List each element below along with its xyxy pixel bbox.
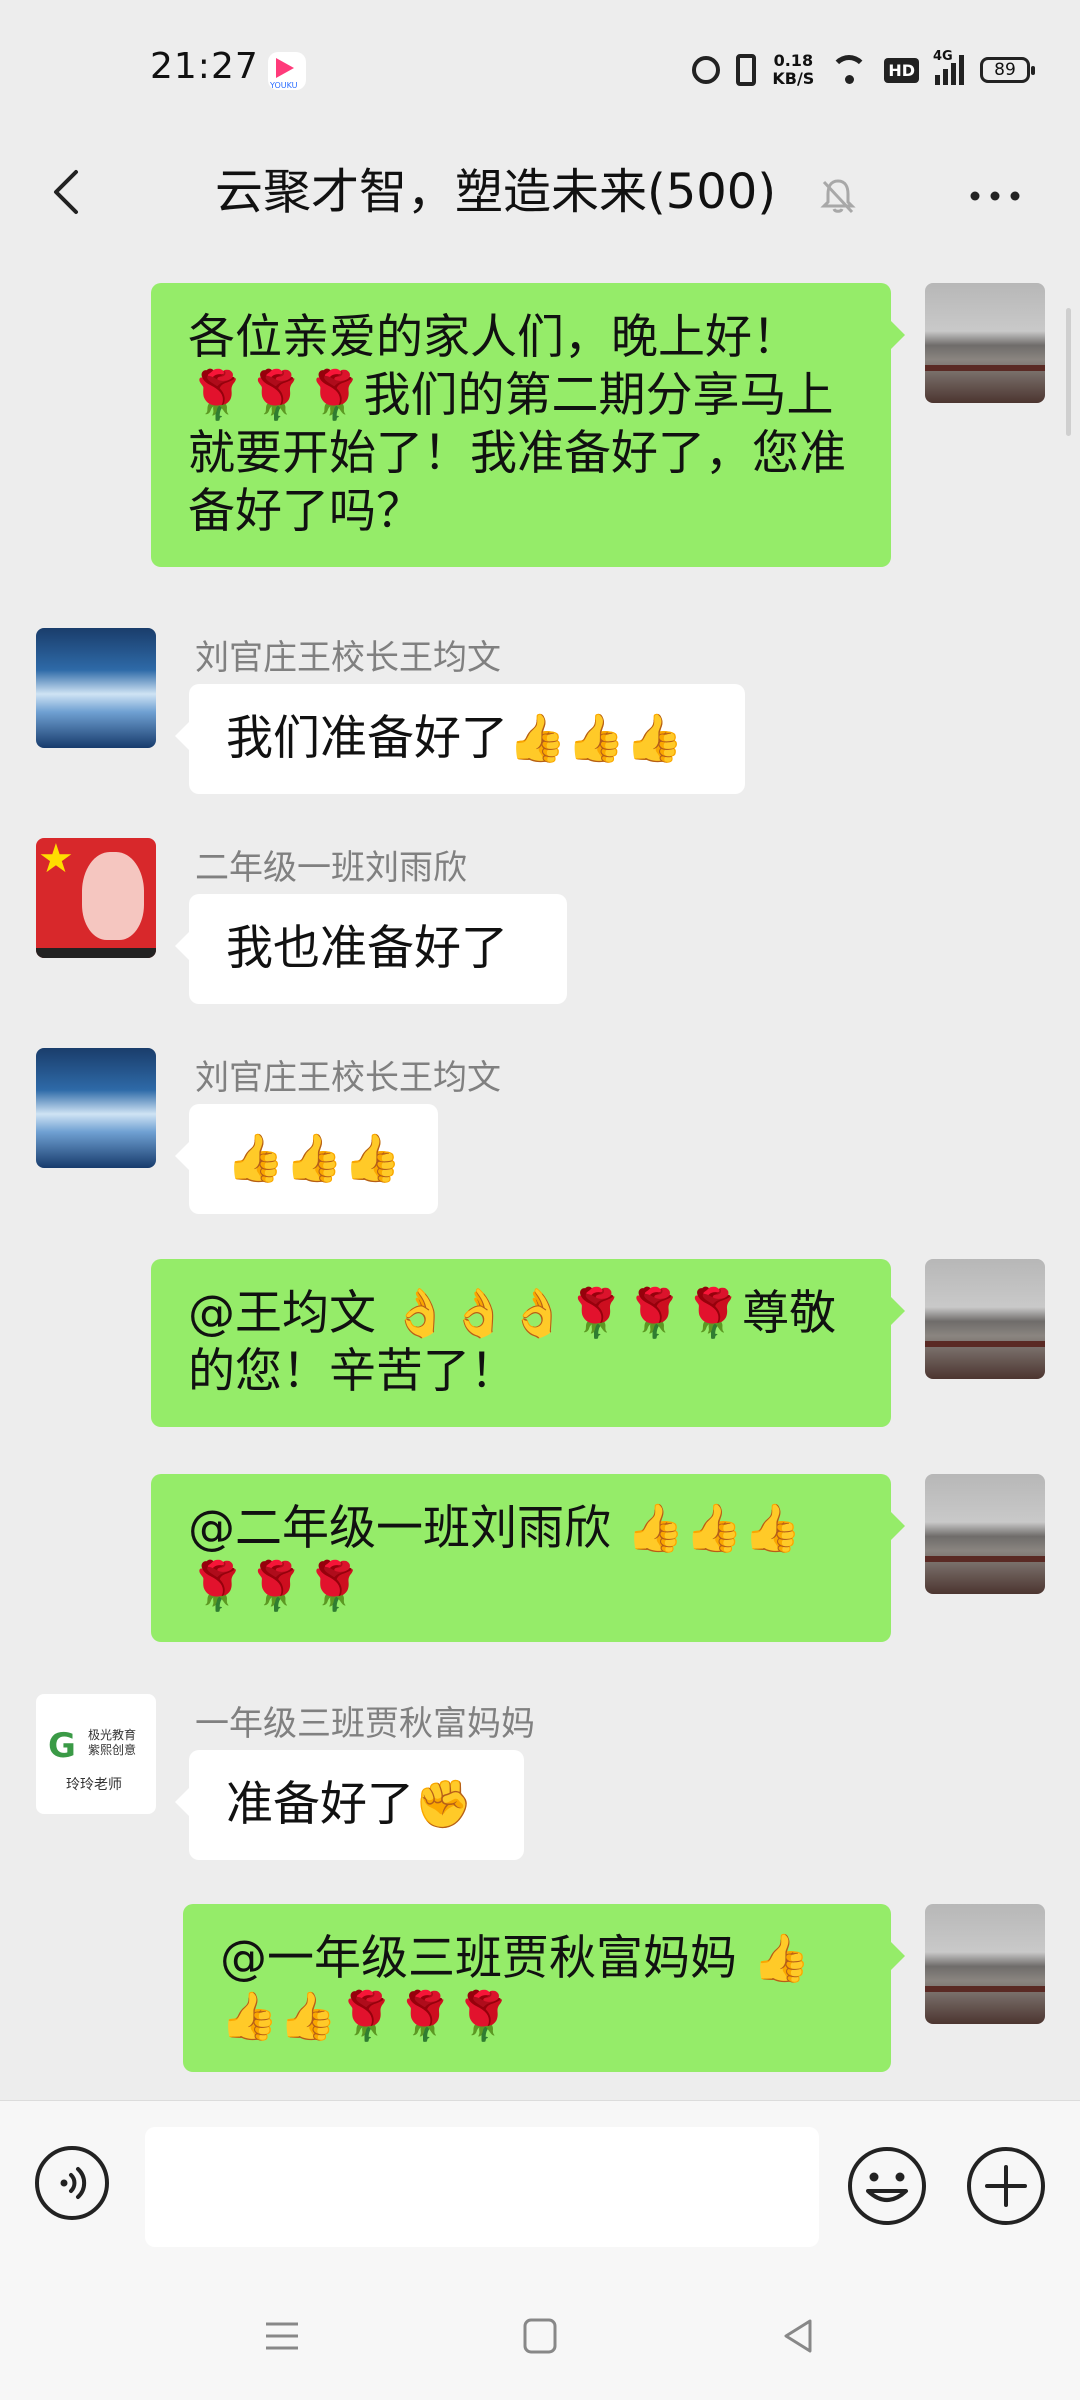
signal-icon: 4G xyxy=(933,49,964,85)
youku-app-icon: YOUKU xyxy=(268,52,306,90)
system-nav-bar xyxy=(0,2270,1080,2400)
battery-icon: 89 xyxy=(980,57,1035,83)
message-bubble-other[interactable]: 我们准备好了👍👍👍 xyxy=(175,684,745,794)
my-avatar[interactable] xyxy=(925,283,1045,403)
my-avatar[interactable] xyxy=(925,1474,1045,1594)
message-input-bar xyxy=(0,2100,1080,2271)
mute-bell-icon xyxy=(820,179,856,214)
my-avatar[interactable] xyxy=(925,1259,1045,1379)
network-type: 4G xyxy=(933,49,953,64)
message-bubble-other[interactable]: 我也准备好了 xyxy=(175,894,567,1004)
sender-avatar[interactable]: G 极光教育 紫熙创意 玲玲老师 xyxy=(36,1694,156,1814)
vibrate-icon xyxy=(736,54,757,86)
status-bar: 21:27 YOUKU 0.18 KB/S HD 4G 89 xyxy=(0,0,1080,140)
logo-caption: 玲玲老师 xyxy=(66,1777,122,1793)
message-bubble-self[interactable]: @二年级一班刘雨欣 👍👍👍🌹🌹🌹 xyxy=(151,1474,905,1642)
message-bubble-self[interactable]: @一年级三班贾秋富妈妈 👍👍👍🌹🌹🌹 xyxy=(183,1904,905,2072)
sender-name: 二年级一班刘雨欣 xyxy=(195,848,467,888)
message-input[interactable] xyxy=(145,2127,819,2247)
sender-avatar[interactable] xyxy=(36,1048,156,1168)
emoji-icon[interactable] xyxy=(846,2145,928,2227)
battery-level: 89 xyxy=(994,60,1016,80)
back-arrow-icon[interactable] xyxy=(40,162,100,222)
sender-avatar[interactable]: ★ xyxy=(36,838,156,958)
my-avatar[interactable] xyxy=(925,1904,1045,2024)
home-icon[interactable] xyxy=(522,2316,558,2356)
logo-mark-icon: G xyxy=(48,1726,76,1766)
nav-back-icon[interactable] xyxy=(778,2316,818,2356)
voice-input-icon[interactable] xyxy=(34,2145,110,2221)
add-attachment-icon[interactable] xyxy=(965,2145,1047,2227)
alarm-icon xyxy=(692,56,721,84)
chat-title: 云聚才智，塑造未来(500) xyxy=(215,164,777,220)
sender-name: 刘官庄王校长王均文 xyxy=(195,638,501,678)
hd-badge: HD xyxy=(884,57,919,83)
chat-header: 云聚才智，塑造未来(500) xyxy=(0,140,1080,250)
sender-name: 刘官庄王校长王均文 xyxy=(195,1058,501,1098)
sender-avatar[interactable] xyxy=(36,628,156,748)
network-speed-value: 0.18 xyxy=(773,51,814,70)
message-bubble-other[interactable]: 👍👍👍 xyxy=(175,1104,438,1214)
recent-apps-icon[interactable] xyxy=(262,2316,302,2356)
sender-name: 一年级三班贾秋富妈妈 xyxy=(195,1704,535,1744)
message-bubble-other[interactable]: 准备好了✊ xyxy=(175,1750,524,1860)
network-speed: 0.18 KB/S xyxy=(772,52,814,88)
network-speed-unit: KB/S xyxy=(772,69,815,88)
more-options-icon[interactable] xyxy=(965,176,1025,216)
status-icons: 0.18 KB/S HD 4G 89 xyxy=(692,49,1035,90)
status-time: 21:27 xyxy=(150,46,259,87)
chat-message-list[interactable]: 各位亲爱的家人们，晚上好！🌹🌹🌹我们的第二期分享马上就要开始了！我准备好了，您准… xyxy=(0,250,1080,2100)
chat-scrollbar[interactable] xyxy=(1066,308,1071,436)
message-bubble-self[interactable]: 各位亲爱的家人们，晚上好！🌹🌹🌹我们的第二期分享马上就要开始了！我准备好了，您准… xyxy=(151,283,905,567)
youku-label: YOUKU xyxy=(270,81,298,90)
message-bubble-self[interactable]: @王均文 👌👌👌🌹🌹🌹尊敬的您！辛苦了！ xyxy=(151,1259,905,1427)
logo-text: 极光教育 紫熙创意 xyxy=(88,1728,137,1757)
wifi-icon xyxy=(830,55,869,85)
